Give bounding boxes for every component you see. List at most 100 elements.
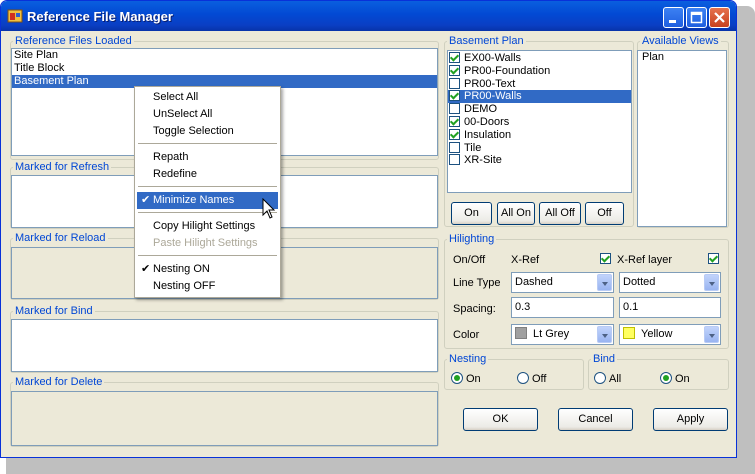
menu-separator	[138, 186, 277, 187]
menu-item-minimize-names[interactable]: ✔ Minimize Names	[137, 192, 278, 209]
layer-item[interactable]: EX00-Walls	[448, 52, 631, 65]
minimize-button[interactable]	[663, 7, 684, 28]
list-item[interactable]: Site Plan	[12, 49, 437, 62]
checkbox[interactable]	[449, 128, 460, 140]
radio-button[interactable]	[451, 372, 463, 384]
bind-all-radio[interactable]: All	[594, 372, 621, 385]
layer-all-off-button[interactable]: All Off	[539, 202, 581, 225]
spacing-label: Spacing:	[453, 303, 496, 315]
context-menu: Select All UnSelect All Toggle Selection…	[134, 86, 281, 298]
layers-legend: Basement Plan	[449, 35, 524, 47]
reference-files-legend: Reference Files Loaded	[15, 35, 132, 47]
cancel-button[interactable]: Cancel	[558, 408, 633, 431]
close-icon	[714, 12, 725, 23]
menu-item-unselect-all[interactable]: UnSelect All	[137, 106, 278, 123]
hilighting-legend: Hilighting	[449, 233, 495, 245]
mouse-pointer-icon	[262, 198, 276, 219]
window-title: Reference File Manager	[27, 9, 173, 24]
layer-item[interactable]: PR00-Text	[448, 77, 631, 91]
checkmark-icon: ✔	[141, 194, 151, 206]
nesting-on-radio[interactable]: On	[451, 372, 481, 385]
list-item[interactable]: Plan	[638, 51, 726, 64]
checkbox[interactable]	[449, 77, 460, 89]
menu-separator	[138, 212, 277, 213]
spacing-layer-input[interactable]: 0.1	[619, 297, 721, 318]
chevron-down-icon[interactable]	[704, 326, 719, 343]
views-legend: Available Views	[642, 35, 719, 47]
checkbox[interactable]	[449, 115, 460, 127]
xref-label: X-Ref	[511, 254, 540, 266]
menu-item-redefine[interactable]: Redefine	[137, 166, 278, 183]
delete-list[interactable]	[11, 391, 438, 446]
checkbox[interactable]	[449, 90, 460, 102]
minimize-icon	[669, 20, 676, 23]
onoff-label: On/Off	[453, 254, 486, 266]
refresh-legend: Marked for Refresh	[15, 161, 110, 173]
close-button[interactable]	[709, 7, 730, 28]
maximize-icon	[690, 11, 703, 24]
color-layer-select[interactable]: Yellow	[619, 324, 721, 345]
bind-on-radio[interactable]: On	[660, 372, 690, 385]
checkbox[interactable]	[449, 141, 460, 153]
xref-layer-label: X-Ref layer	[617, 254, 673, 266]
chevron-down-icon[interactable]	[704, 274, 719, 291]
checkbox[interactable]	[449, 64, 460, 76]
xref-layer-checkbox[interactable]	[708, 253, 722, 265]
menu-item-paste-hilight: Paste Hilight Settings	[153, 237, 258, 249]
radio-button[interactable]	[517, 372, 529, 384]
bind-options-legend: Bind	[593, 353, 616, 365]
list-item[interactable]: Title Block	[12, 62, 437, 75]
radio-button[interactable]	[594, 372, 606, 384]
layer-item[interactable]: DEMO	[448, 103, 631, 116]
chevron-down-icon[interactable]	[597, 274, 612, 291]
dialog-body: Reference Files Loaded Site Plan Title B…	[5, 31, 732, 453]
nesting-legend: Nesting	[449, 353, 487, 365]
checkbox[interactable]	[600, 253, 611, 264]
bind-legend: Marked for Bind	[15, 305, 93, 317]
checkbox[interactable]	[708, 253, 719, 264]
radio-button[interactable]	[660, 372, 672, 384]
spacing-xref-input[interactable]: 0.3	[511, 297, 614, 318]
color-swatch	[623, 327, 635, 339]
xref-checkbox[interactable]	[600, 253, 614, 265]
title-bar[interactable]: Reference File Manager	[1, 1, 736, 31]
menu-item-repath[interactable]: Repath	[137, 149, 278, 166]
layer-item[interactable]: PR00-Foundation	[448, 64, 631, 78]
menu-item-copy-hilight[interactable]: Copy Hilight Settings	[137, 218, 278, 235]
menu-separator	[138, 255, 277, 256]
menu-item-nesting-on[interactable]: ✔ Nesting ON	[137, 261, 278, 278]
layer-off-button[interactable]: Off	[585, 202, 624, 225]
apply-button[interactable]: Apply	[653, 408, 728, 431]
bind-list[interactable]	[11, 319, 438, 372]
linetype-layer-select[interactable]: Dotted	[619, 272, 721, 293]
reference-file-manager-window: Reference File Manager Reference Files L…	[0, 0, 737, 458]
checkmark-icon: ✔	[141, 263, 151, 275]
linetype-xref-select[interactable]: Dashed	[511, 272, 614, 293]
layers-checklist[interactable]: EX00-Walls PR00-Foundation PR00-Text PR0…	[447, 50, 632, 193]
layer-item[interactable]: XR-Site	[448, 154, 631, 167]
layer-all-on-button[interactable]: All On	[497, 202, 535, 225]
ok-button[interactable]: OK	[463, 408, 538, 431]
color-swatch	[515, 327, 527, 339]
layer-on-button[interactable]: On	[451, 202, 492, 225]
app-icon	[7, 9, 23, 23]
color-label: Color	[453, 329, 480, 341]
menu-item-nesting-off[interactable]: Nesting OFF	[137, 278, 278, 295]
checkbox[interactable]	[449, 154, 460, 166]
layer-item[interactable]: Tile	[448, 141, 631, 155]
color-xref-select[interactable]: Lt Grey	[511, 324, 614, 345]
checkbox[interactable]	[449, 103, 460, 115]
chevron-down-icon[interactable]	[597, 326, 612, 343]
linetype-label: Line Type	[453, 277, 501, 289]
views-list[interactable]: Plan	[637, 50, 727, 227]
reload-legend: Marked for Reload	[15, 232, 106, 244]
nesting-off-radio[interactable]: Off	[517, 372, 546, 385]
menu-item-toggle-selection[interactable]: Toggle Selection	[137, 123, 278, 140]
menu-item-select-all[interactable]: Select All	[137, 89, 278, 106]
layer-item[interactable]: 00-Doors	[448, 115, 631, 129]
layer-item[interactable]: PR00-Walls	[448, 90, 631, 104]
checkbox[interactable]	[449, 52, 460, 63]
maximize-button[interactable]	[686, 7, 707, 28]
delete-legend: Marked for Delete	[15, 376, 103, 388]
layer-item[interactable]: Insulation	[448, 128, 631, 142]
